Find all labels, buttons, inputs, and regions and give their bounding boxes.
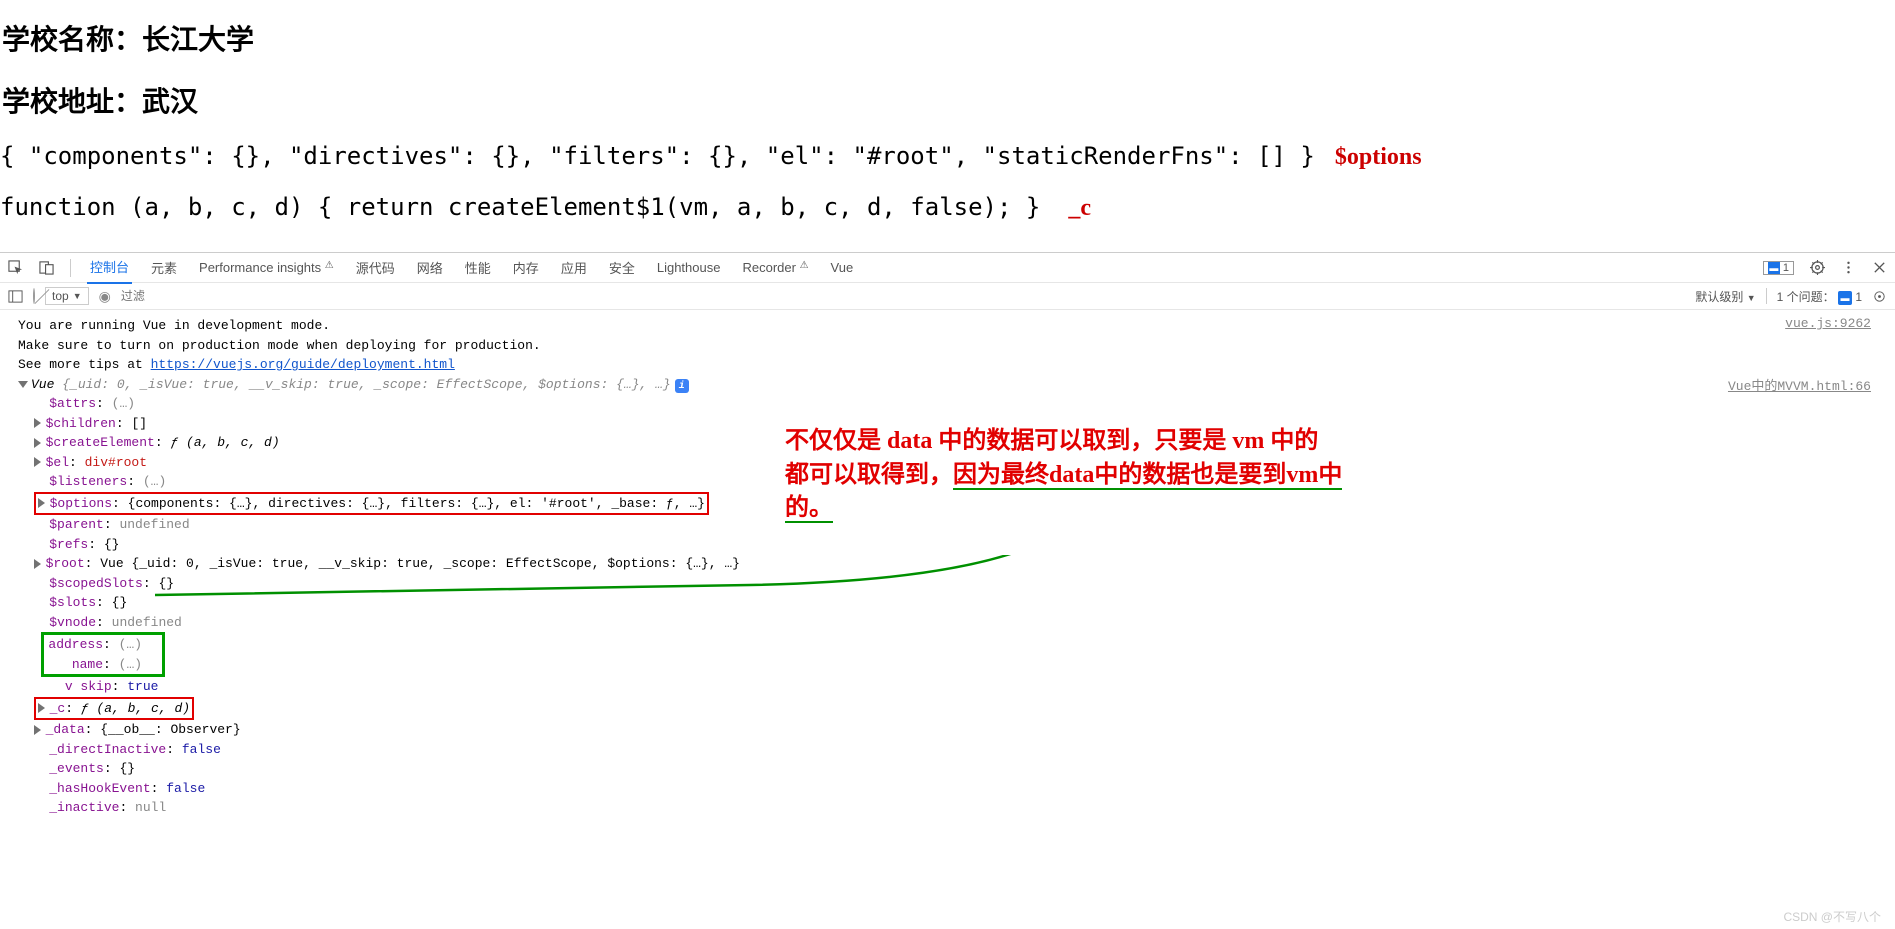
prop-attrs[interactable]: $attrs: (…) [0,394,1895,414]
warning-icon: ⚠ [325,260,334,271]
heading-school-name: 学校名称：长江大学 [2,18,1895,58]
tab-sources[interactable]: 源代码 [353,252,398,283]
csdn-watermark: CSDN @不写八个 [1783,908,1881,925]
prop-data[interactable]: _data: {__ob__: Observer} [0,720,1895,740]
context-selector[interactable]: top ▼ [45,287,89,305]
tab-application[interactable]: 应用 [558,252,590,283]
close-devtools-icon[interactable] [1872,260,1887,275]
console-output: vue.js:9262 You are running Vue in devel… [0,310,1895,848]
device-toggle-icon[interactable] [39,260,54,275]
console-filter-bar: top ▼ ◉ 默认级别 ▼ 1 个问题： ▬ 1 [0,282,1895,310]
message-icon: ▬ [1768,262,1780,274]
prop-refs[interactable]: $refs: {} [0,535,1895,555]
console-message: See more tips at https://vuejs.org/guide… [0,355,1895,375]
prop-inactive[interactable]: _inactive: null [0,798,1895,818]
clear-console-icon[interactable] [33,289,35,303]
prop-scopedSlots[interactable]: $scopedSlots: {} [0,574,1895,594]
inspect-icon[interactable] [8,260,23,275]
prop-directInactive[interactable]: _directInactive: false [0,740,1895,760]
prop-root[interactable]: $root: Vue {_uid: 0, _isVue: true, __v_s… [0,554,1895,574]
prop-events[interactable]: _events: {} [0,759,1895,779]
tab-recorder[interactable]: Recorder ⚠ [739,254,811,281]
function-output-line: function (a, b, c, d) { return createEle… [0,193,1895,222]
tab-lighthouse[interactable]: Lighthouse [654,254,724,281]
prop-vskip[interactable]: v skip: true [0,677,1895,697]
filter-input[interactable] [121,289,898,303]
tab-elements[interactable]: 元素 [148,252,180,283]
red-annotation-text: 不仅仅是 data 中的数据可以取到，只要是 vm 中的 都可以取得到，因为最终… [785,425,1342,526]
options-annotation: $options [1335,144,1422,171]
expand-icon[interactable] [38,498,45,508]
prop-hasHookEvent[interactable]: _hasHookEvent: false [0,779,1895,799]
expand-icon[interactable] [34,438,41,448]
data-props-highlight-box: address: (…) name: (…) [41,632,164,677]
devtools-toolbar: 控制台 元素 Performance insights ⚠ 源代码 网络 性能 … [0,252,1895,282]
settings-icon[interactable] [1810,260,1825,275]
page-body: 学校名称：长江大学 学校地址：武汉 { "components": {}, "d… [0,0,1895,252]
warning-icon: ⚠ [800,260,809,271]
log-level-selector[interactable]: 默认级别 ▼ [1695,288,1755,305]
console-settings-icon[interactable] [1872,289,1887,304]
console-message: Make sure to turn on production mode whe… [0,336,1895,356]
expand-icon[interactable] [38,703,45,713]
expand-icon[interactable] [34,418,41,428]
expand-icon[interactable] [34,559,41,569]
filter-icon: ◉ [99,288,111,305]
expand-icon[interactable] [34,457,41,467]
more-icon[interactable] [1841,260,1856,275]
source-link-html[interactable]: Vue中的MVVM.html:66 [1728,375,1871,394]
messages-badge[interactable]: ▬1 [1763,261,1794,275]
options-output-line: { "components": {}, "directives": {}, "f… [0,142,1895,171]
expand-icon[interactable] [34,725,41,735]
heading-school-address: 学校地址：武汉 [2,80,1895,120]
options-highlight-box: $options: {components: {…}, directives: … [34,492,709,516]
prop-c-row[interactable]: _c: ƒ (a, b, c, d) [0,697,1895,721]
expand-icon[interactable] [18,381,28,388]
tab-network[interactable]: 网络 [414,252,446,283]
tab-performance-insights[interactable]: Performance insights ⚠ [196,254,337,281]
console-message: You are running Vue in development mode. [0,316,1895,336]
vue-instance-header[interactable]: Vue {_uid: 0, _isVue: true, __v_skip: tr… [0,375,1895,395]
issues-indicator[interactable]: 1 个问题： ▬ 1 [1777,288,1862,305]
tab-memory[interactable]: 内存 [510,252,542,283]
prop-vnode[interactable]: $vnode: undefined [0,613,1895,633]
info-badge-icon[interactable]: i [675,379,689,393]
c-annotation: _c [1068,195,1091,222]
sidebar-toggle-icon[interactable] [8,289,23,304]
prop-slots[interactable]: $slots: {} [0,593,1895,613]
tab-vue[interactable]: Vue [828,254,857,281]
tab-security[interactable]: 安全 [606,252,638,283]
c-highlight-box: _c: ƒ (a, b, c, d) [34,697,194,721]
tab-performance[interactable]: 性能 [462,252,494,283]
tab-console[interactable]: 控制台 [87,251,132,284]
source-link-vue[interactable]: vue.js:9262 [1785,316,1871,331]
deployment-link[interactable]: https://vuejs.org/guide/deployment.html [151,357,455,372]
prop-address-name-box[interactable]: address: (…) name: (…) [0,632,1895,677]
